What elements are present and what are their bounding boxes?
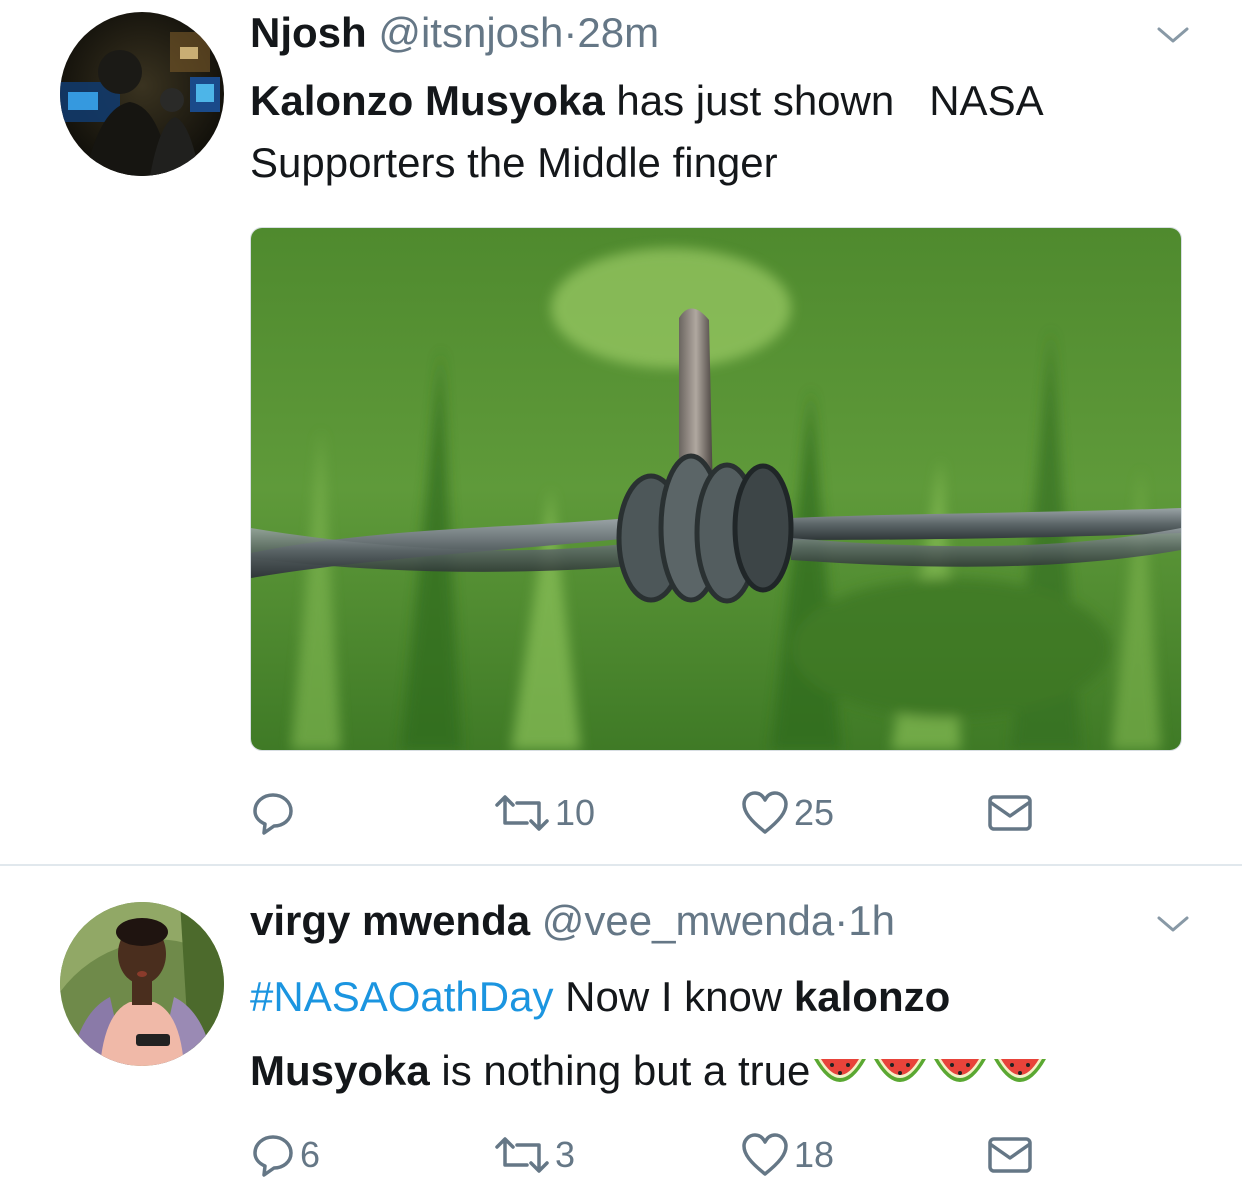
mention-bold-2: Musyoka: [250, 1047, 430, 1094]
reply-icon: [253, 793, 293, 835]
watermelon-icon: [994, 1059, 1047, 1082]
tweet-actions: 6 3 18: [250, 1130, 1050, 1180]
heart-icon: [742, 791, 788, 834]
hashtag-link[interactable]: #NASAOathDay: [250, 973, 553, 1020]
chevron-down-icon[interactable]: [1156, 25, 1190, 45]
heart-icon: [742, 1133, 788, 1176]
author-handle[interactable]: @itsnjosh: [378, 9, 563, 56]
like-count: 25: [794, 792, 835, 833]
retweet-icon: [495, 1137, 549, 1173]
reply-button[interactable]: [250, 788, 300, 838]
tweet-header: Njosh @itsnjosh·28m: [250, 8, 659, 58]
avatar-photo-icon: [60, 12, 224, 176]
tweet-actions: 10 25: [250, 788, 1050, 838]
retweet-count: 3: [555, 1134, 576, 1175]
separator-dot: ·: [563, 9, 578, 56]
tweet-text-mid: Now I know: [553, 973, 794, 1020]
envelope-icon: [988, 795, 1032, 831]
author-handle[interactable]: @vee_mwenda: [542, 897, 834, 944]
tweet-1[interactable]: Njosh @itsnjosh·28m Kalonzo Musyoka has …: [0, 0, 1242, 864]
avatar[interactable]: [60, 902, 224, 1066]
reply-count: 6: [300, 1134, 321, 1175]
tweet-text-rest: has just shown NASA: [604, 77, 1044, 124]
retweet-button[interactable]: 3: [493, 1130, 575, 1180]
reply-button[interactable]: 6: [250, 1130, 320, 1180]
direct-message-button[interactable]: [987, 788, 1033, 838]
watermelon-icon: [874, 1059, 927, 1082]
mention-bold-1: kalonzo: [793, 973, 951, 1020]
author-name[interactable]: virgy mwenda: [250, 897, 530, 944]
timestamp[interactable]: 28m: [577, 9, 659, 56]
like-button[interactable]: 25: [740, 788, 834, 838]
watermelon-icon: [814, 1059, 867, 1082]
tweet-text: #NASAOathDay Now I know kalonzo Musyoka …: [250, 960, 1050, 1108]
avatar[interactable]: [60, 12, 224, 176]
tweet-media[interactable]: [250, 227, 1182, 751]
author-name[interactable]: Njosh: [250, 9, 367, 56]
tweet-header: virgy mwenda @vee_mwenda·1h: [250, 896, 895, 946]
separator-dot: ·: [834, 897, 849, 944]
avatar-photo-icon: [60, 902, 224, 1066]
retweet-button[interactable]: 10: [493, 788, 595, 838]
timestamp[interactable]: 1h: [848, 897, 895, 944]
chevron-down-icon[interactable]: [1156, 914, 1190, 934]
retweet-count: 10: [555, 792, 596, 833]
like-count: 18: [794, 1134, 835, 1175]
tweet-text-rest: is nothing but a true: [429, 1047, 811, 1094]
mention-bold: Kalonzo Musyoka: [250, 77, 605, 124]
watermelon-icon: [934, 1059, 987, 1082]
tweet-text-line2: Supporters the Middle finger: [250, 139, 778, 186]
retweet-icon: [495, 795, 549, 831]
envelope-icon: [988, 1137, 1032, 1173]
reply-icon: [253, 1135, 293, 1177]
tweet-text: Kalonzo Musyoka has just shown NASA Supp…: [250, 70, 1044, 194]
watermelon-emoji-group: 🍉🍉🍉🍉: [810, 1047, 1050, 1094]
tweet-2[interactable]: virgy mwenda @vee_mwenda·1h #NASAOathDay…: [0, 866, 1242, 1197]
like-button[interactable]: 18: [740, 1130, 834, 1180]
barbed-wire-photo-icon: [251, 228, 1181, 750]
direct-message-button[interactable]: [987, 1130, 1033, 1180]
